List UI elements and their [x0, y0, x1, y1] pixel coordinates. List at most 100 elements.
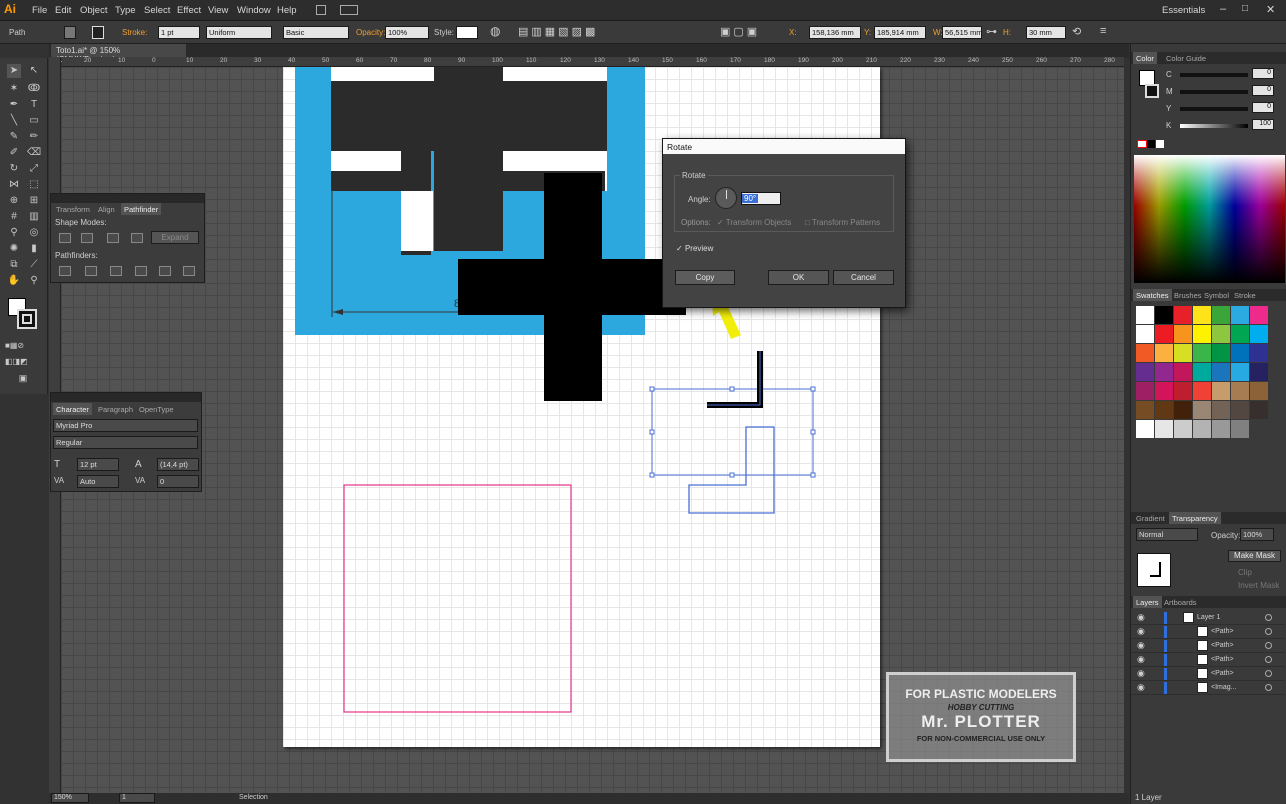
object-thumbnail[interactable] [1137, 553, 1171, 587]
variable-width-profile[interactable]: Uniform [206, 26, 272, 39]
recolor-artwork-icon[interactable]: ◍ [490, 24, 500, 38]
layer-row[interactable]: ◉ Layer 1 [1131, 611, 1285, 625]
swatch[interactable] [1136, 420, 1154, 438]
close-icon[interactable]: ✕ [1266, 3, 1275, 16]
menu-edit[interactable]: Edit [55, 5, 71, 16]
merge-button[interactable] [110, 266, 122, 276]
sublayer-row[interactable]: ◉ <Path> [1131, 653, 1285, 667]
brush-definition[interactable]: Basic [283, 26, 349, 39]
font-size-input[interactable]: 12 pt [77, 458, 119, 471]
swatch[interactable] [1155, 363, 1173, 381]
tab-stroke[interactable]: Stroke [1231, 289, 1259, 301]
channel-value-input[interactable]: 100 [1252, 119, 1274, 130]
angle-input[interactable]: 90° [742, 194, 759, 203]
swatch[interactable] [1250, 382, 1268, 400]
width-input[interactable]: 56,515 mm [942, 26, 982, 39]
height-input[interactable]: 30 mm [1026, 26, 1066, 39]
swatch[interactable] [1174, 363, 1192, 381]
minus-front-button[interactable] [81, 233, 93, 243]
intersect-button[interactable] [107, 233, 119, 243]
swatch[interactable] [1212, 382, 1230, 400]
draw-mode-icons[interactable]: ◧◨◩ [5, 355, 28, 369]
artboard-tool-icon[interactable]: ⧉ [7, 258, 21, 272]
selection-tool-icon[interactable]: ➤ [7, 64, 21, 78]
pencil-tool-icon[interactable]: ✏ [27, 130, 41, 144]
visibility-eye-icon[interactable]: ◉ [1137, 627, 1146, 636]
cancel-button[interactable]: Cancel [833, 270, 894, 285]
width-tool-icon[interactable]: ⋈ [7, 178, 21, 192]
swatch[interactable] [1231, 325, 1249, 343]
blend-mode-select[interactable]: Normal [1136, 528, 1198, 541]
swatch[interactable] [1155, 306, 1173, 324]
swatch[interactable] [1231, 306, 1249, 324]
stroke-swatch[interactable] [92, 26, 104, 39]
scale-tool-icon[interactable]: ⤢ [27, 162, 41, 176]
unite-button[interactable] [59, 233, 71, 243]
stroke-color-icon[interactable] [17, 309, 37, 329]
swatch[interactable] [1231, 363, 1249, 381]
layer-name[interactable]: <Path> [1211, 656, 1234, 663]
opacity-label[interactable]: Opacity: [356, 28, 385, 37]
layer-name[interactable]: <Path> [1211, 670, 1234, 677]
x-input[interactable]: 158,136 mm [809, 26, 861, 39]
swatch[interactable] [1231, 401, 1249, 419]
type-tool-icon[interactable]: T [27, 98, 41, 112]
swatch[interactable] [1136, 325, 1154, 343]
black-color-icon[interactable] [1147, 140, 1155, 148]
line-tool-icon[interactable]: ╲ [7, 114, 21, 128]
eyedropper-tool-icon[interactable]: ⚲ [7, 226, 21, 240]
swatch[interactable] [1193, 363, 1211, 381]
swatch[interactable] [1250, 306, 1268, 324]
panel-grip[interactable] [51, 194, 204, 203]
kerning-input[interactable]: Auto [77, 475, 119, 488]
stroke-weight-input[interactable]: 1 pt [158, 26, 200, 39]
layer-name[interactable]: <Imag... [1211, 684, 1236, 691]
paintbrush-tool-icon[interactable]: ✎ [7, 130, 21, 144]
eraser-tool-icon[interactable]: ⌫ [27, 146, 41, 160]
swatch[interactable] [1231, 420, 1249, 438]
align-icons[interactable]: ▤▥▦▧▨▩ [518, 25, 598, 38]
menu-window[interactable]: Window [237, 5, 271, 16]
swatch[interactable] [1136, 344, 1154, 362]
rectangle-tool-icon[interactable]: ▭ [27, 114, 41, 128]
channel-slider[interactable] [1180, 124, 1248, 128]
sublayer-row[interactable]: ◉ <Path> [1131, 639, 1285, 653]
swatch[interactable] [1155, 325, 1173, 343]
swatch[interactable] [1212, 325, 1230, 343]
swatch[interactable] [1212, 401, 1230, 419]
transform-patterns-checkbox[interactable]: □ Transform Patterns [805, 218, 880, 227]
swatch[interactable] [1136, 382, 1154, 400]
swatch[interactable] [1193, 382, 1211, 400]
target-icon[interactable] [1265, 614, 1272, 621]
symbol-sprayer-tool-icon[interactable]: ✺ [7, 242, 21, 256]
copy-button[interactable]: Copy [675, 270, 735, 285]
preview-checkbox[interactable]: ✓ Preview [676, 244, 713, 253]
swatch[interactable] [1212, 420, 1230, 438]
tab-color[interactable]: Color [1133, 52, 1157, 64]
color-mode-icons[interactable]: ■▦⊘ [5, 339, 24, 353]
crop-button[interactable] [135, 266, 147, 276]
tab-paragraph[interactable]: Paragraph [95, 403, 136, 415]
menu-file[interactable]: File [32, 5, 47, 16]
panel-menu-icon[interactable]: ≡ [1100, 25, 1106, 37]
color-stroke-icon[interactable] [1145, 84, 1159, 98]
zoom-select[interactable]: 150% [51, 793, 89, 803]
tab-artboards[interactable]: Artboards [1161, 596, 1200, 608]
visibility-eye-icon[interactable]: ◉ [1137, 641, 1146, 650]
swatch[interactable] [1193, 325, 1211, 343]
menu-select[interactable]: Select [144, 5, 170, 16]
swatch[interactable] [1250, 344, 1268, 362]
sublayer-row[interactable]: ◉ <Path> [1131, 667, 1285, 681]
rotate-tool-icon[interactable]: ↻ [7, 162, 21, 176]
tab-opentype[interactable]: OpenType [136, 403, 177, 415]
transform-icon[interactable]: ⟲ [1072, 25, 1081, 38]
swatch[interactable] [1193, 401, 1211, 419]
channel-slider[interactable] [1180, 107, 1248, 111]
ok-button[interactable]: OK [768, 270, 829, 285]
clip-checkbox[interactable]: Clip [1238, 568, 1252, 577]
swatch[interactable] [1174, 401, 1192, 419]
swatch[interactable] [1212, 344, 1230, 362]
tab-swatches[interactable]: Swatches [1133, 289, 1172, 301]
make-mask-button[interactable]: Make Mask [1228, 550, 1281, 562]
menu-view[interactable]: View [208, 5, 228, 16]
